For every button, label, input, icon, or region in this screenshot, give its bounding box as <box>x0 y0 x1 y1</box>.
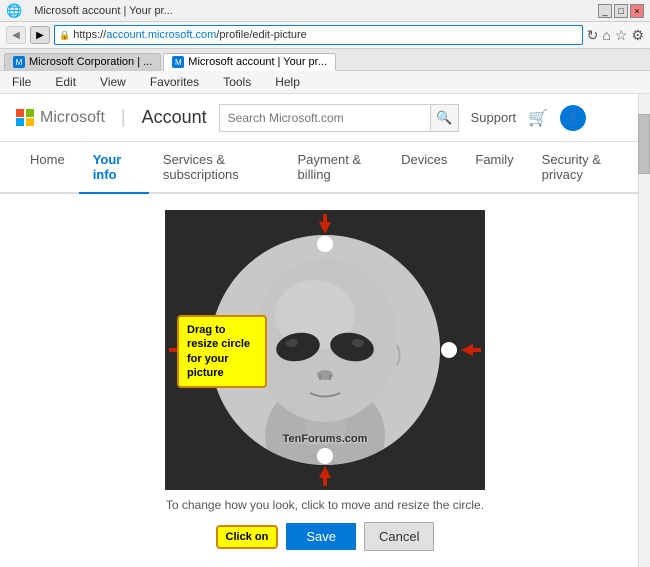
right-arrow-svg <box>457 340 481 360</box>
header-divider: | <box>121 107 126 128</box>
cancel-button[interactable]: Cancel <box>364 522 434 551</box>
ms-header-right: Support 🛒 👤 <box>471 105 586 131</box>
browser-icons: ↻ ⌂ ☆ ⚙ <box>587 27 644 44</box>
address-text: https://account.microsoft.com/profile/ed… <box>73 29 577 41</box>
address-prefix: https:// <box>73 29 106 41</box>
menu-help[interactable]: Help <box>271 73 304 91</box>
tab-1-label: Microsoft Corporation | ... <box>29 56 152 68</box>
header-account-text: Account <box>142 107 207 128</box>
forward-button[interactable]: ▶ <box>30 26 50 44</box>
menu-tools[interactable]: Tools <box>219 73 255 91</box>
search-input[interactable] <box>220 105 430 131</box>
close-button[interactable]: × <box>630 4 644 18</box>
logo-sq-red <box>16 109 24 117</box>
image-edit-container[interactable]: TenForums.com <box>165 210 485 490</box>
watermark-text: TenForums.com <box>283 433 368 445</box>
edit-picture-area: TenForums.com <box>0 194 650 567</box>
home-icon[interactable]: ⌂ <box>602 27 610 43</box>
nav-payment[interactable]: Payment & billing <box>284 142 388 194</box>
minimize-button[interactable]: _ <box>598 4 612 18</box>
click-tooltip: Click on <box>216 525 279 549</box>
edit-caption: To change how you look, click to move an… <box>166 498 484 512</box>
logo-sq-blue <box>16 118 24 126</box>
logo-sq-green <box>26 109 34 117</box>
refresh-icon[interactable]: ↻ <box>587 27 599 44</box>
menu-favorites[interactable]: Favorites <box>146 73 203 91</box>
top-handle-area <box>315 214 335 252</box>
bottom-arrow-svg <box>315 462 335 486</box>
tab-1-favicon: M <box>13 56 25 68</box>
window-title: Microsoft account | Your pr... <box>34 5 173 17</box>
ms-search-box[interactable]: 🔍 <box>219 104 459 132</box>
browser-favicon: 🌐 <box>6 3 22 19</box>
tab-2[interactable]: M Microsoft account | Your pr... <box>163 53 336 71</box>
address-bar[interactable]: 🔒 https://account.microsoft.com/profile/… <box>54 25 583 45</box>
edit-buttons: Click on Save Cancel <box>216 522 435 551</box>
lock-icon: 🔒 <box>59 30 70 41</box>
menu-file[interactable]: File <box>8 73 35 91</box>
cart-icon[interactable]: 🛒 <box>528 108 548 128</box>
ms-header: Microsoft | Account 🔍 Support 🛒 👤 <box>0 94 650 142</box>
menu-view[interactable]: View <box>96 73 130 91</box>
nav-devices[interactable]: Devices <box>387 142 461 194</box>
menu-edit[interactable]: Edit <box>51 73 80 91</box>
tab-bar: M Microsoft Corporation | ... M Microsof… <box>0 49 650 71</box>
save-button[interactable]: Save <box>286 523 356 550</box>
scrollbar-thumb[interactable] <box>638 114 650 174</box>
right-handle-area <box>441 340 481 360</box>
search-button[interactable]: 🔍 <box>430 105 458 131</box>
titlebar-left: 🌐 Microsoft account | Your pr... <box>6 3 173 19</box>
maximize-button[interactable]: □ <box>614 4 628 18</box>
ms-logo-squares <box>16 109 34 127</box>
menu-bar: File Edit View Favorites Tools Help <box>0 71 650 94</box>
nav-security[interactable]: Security & privacy <box>528 142 634 194</box>
ms-nav: Home Your info Services & subscriptions … <box>0 142 650 194</box>
nav-services[interactable]: Services & subscriptions <box>149 142 284 194</box>
window-titlebar: 🌐 Microsoft account | Your pr... _ □ × <box>0 0 650 22</box>
address-domain: account.microsoft.com <box>106 29 216 41</box>
star-icon[interactable]: ☆ <box>615 27 628 44</box>
bottom-handle-area <box>315 448 335 486</box>
tab-2-favicon: M <box>172 56 184 68</box>
tab-2-label: Microsoft account | Your pr... <box>188 56 327 68</box>
scrollbar[interactable] <box>638 94 650 567</box>
window-controls[interactable]: _ □ × <box>598 4 644 18</box>
back-button[interactable]: ◀ <box>6 26 26 44</box>
nav-your-info[interactable]: Your info <box>79 142 149 194</box>
browser-toolbar: ◀ ▶ 🔒 https://account.microsoft.com/prof… <box>0 22 650 49</box>
user-avatar[interactable]: 👤 <box>560 105 586 131</box>
top-resize-handle[interactable] <box>317 236 333 252</box>
settings-icon[interactable]: ⚙ <box>631 27 644 44</box>
nav-home[interactable]: Home <box>16 142 79 194</box>
support-link[interactable]: Support <box>471 110 517 125</box>
ms-logo: Microsoft <box>16 109 105 127</box>
drag-tooltip: Drag to resize circle for your picture <box>177 315 267 388</box>
bottom-resize-handle[interactable] <box>317 448 333 464</box>
nav-family[interactable]: Family <box>461 142 527 194</box>
page-content: Microsoft | Account 🔍 Support 🛒 👤 Home Y… <box>0 94 650 567</box>
top-arrow-svg <box>315 214 335 238</box>
drag-tooltip-text: Drag to resize circle for your picture <box>187 324 250 379</box>
right-resize-handle[interactable] <box>441 342 457 358</box>
address-path: /profile/edit-picture <box>216 29 307 41</box>
logo-sq-yellow <box>26 118 34 126</box>
ms-logo-text: Microsoft <box>40 109 105 127</box>
tab-1[interactable]: M Microsoft Corporation | ... <box>4 53 161 70</box>
